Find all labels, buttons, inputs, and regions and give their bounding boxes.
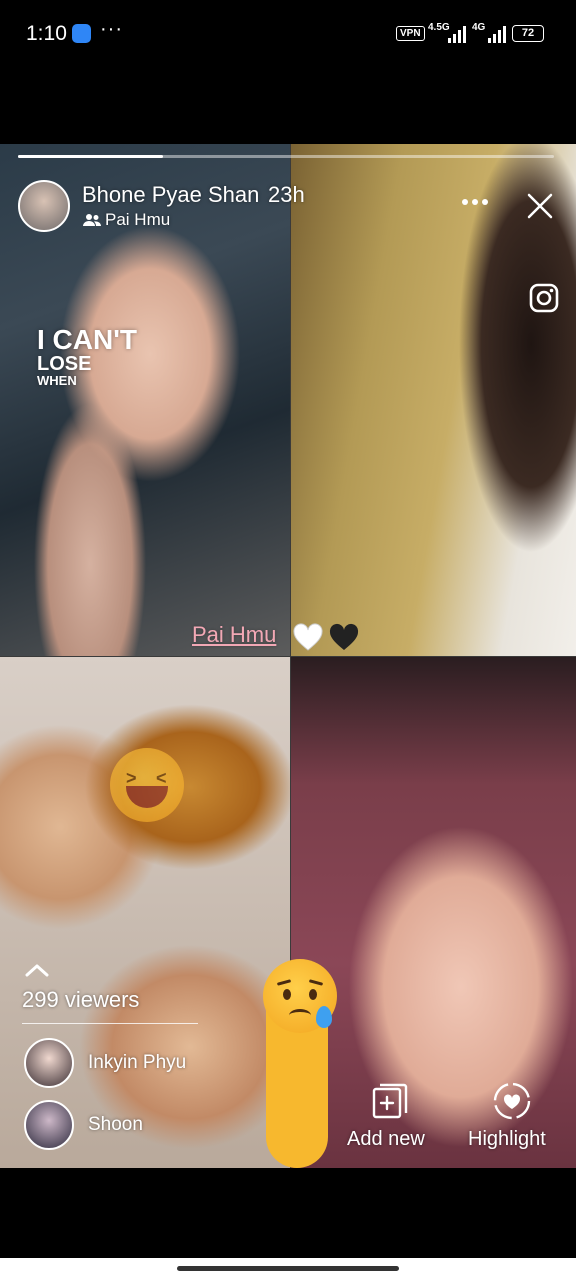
battery-indicator: 72 (512, 25, 544, 42)
story-photo-fingers (291, 657, 576, 1168)
viewers-count[interactable]: 299 viewers (22, 987, 139, 1013)
sticker-line-2: LOSE (37, 353, 92, 375)
viewer-avatar[interactable] (24, 1038, 74, 1088)
author-name[interactable]: Bhone Pyae Shan (82, 182, 259, 208)
tear-drop-icon (316, 1006, 332, 1028)
signal-bars-2-icon (488, 25, 506, 43)
network-label-2: 4G (472, 22, 486, 33)
add-new-label[interactable]: Add new (347, 1128, 425, 1151)
close-icon[interactable] (526, 192, 554, 220)
group-name[interactable]: Pai Hmu (105, 210, 170, 230)
app-notification-icon (72, 24, 91, 43)
white-heart-icon (293, 623, 323, 651)
add-new-icon[interactable] (370, 1081, 410, 1121)
story-photo-portrait (291, 144, 576, 656)
status-time: 1:10 (26, 22, 67, 45)
story-view[interactable]: Bhone Pyae Shan 23h Pai Hmu I CAN'T LOSE… (0, 144, 576, 1168)
story-text-sticker: I CAN'T LOSE WHEN (37, 324, 137, 388)
group-icon (83, 214, 101, 226)
viewer-name[interactable]: Shoon (88, 1114, 143, 1136)
author-avatar[interactable] (18, 180, 70, 232)
laughing-emoji-sticker: > < (110, 748, 184, 822)
highlight-label[interactable]: Highlight (468, 1128, 546, 1151)
more-icon[interactable] (460, 192, 490, 212)
story-photo-pastry (0, 657, 290, 1168)
story-progress-bar (18, 155, 554, 158)
viewer-name[interactable]: Inkyin Phyu (88, 1052, 186, 1074)
black-heart-icon (329, 623, 359, 650)
instagram-icon[interactable] (528, 282, 560, 314)
home-gesture-handle[interactable] (177, 1266, 399, 1271)
story-progress-fill (18, 155, 163, 158)
more-notifications-icon: ··· (100, 18, 123, 40)
sticker-line-1: I CAN'T (37, 324, 137, 355)
chevron-up-icon[interactable] (24, 962, 50, 978)
sticker-line-3: WHEN (37, 373, 77, 388)
vpn-badge: VPN (396, 26, 425, 41)
signal-bars-1-icon (448, 25, 466, 43)
network-label-1: 4.5G (428, 22, 450, 33)
highlight-icon[interactable] (492, 1081, 532, 1121)
mention-link[interactable]: Pai Hmu (192, 622, 276, 648)
viewer-avatar[interactable] (24, 1100, 74, 1150)
navigation-bar (0, 1258, 576, 1280)
viewers-divider (22, 1023, 198, 1024)
status-bar: 1:10 ··· VPN 4.5G 4G 72 (0, 0, 576, 68)
story-time-ago: 23h (268, 182, 305, 207)
